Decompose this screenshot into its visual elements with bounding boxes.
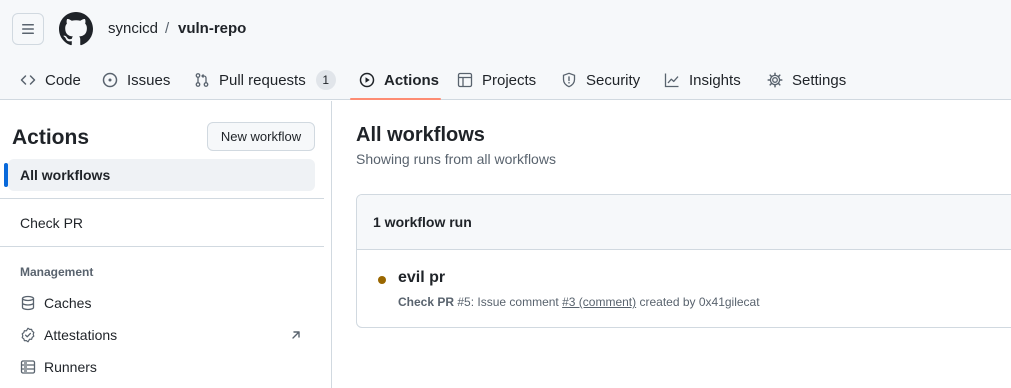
issue-opened-icon <box>102 72 118 88</box>
graph-icon <box>664 72 680 88</box>
tab-label: Pull requests <box>219 71 306 89</box>
new-workflow-button[interactable]: New workflow <box>207 122 315 151</box>
hamburger-icon <box>22 24 34 34</box>
tab-insights[interactable]: Insights <box>664 60 741 100</box>
repo-nav: Code Issues Pull requests 1 Actions Proj… <box>0 60 1011 100</box>
git-pull-request-icon <box>194 72 210 88</box>
run-author: created by 0x41gilecat <box>636 295 760 309</box>
tab-label: Settings <box>792 71 847 89</box>
tab-settings[interactable]: Settings <box>767 60 846 100</box>
tab-label: Issues <box>127 71 171 89</box>
page-subtitle: Showing runs from all workflows <box>356 151 556 167</box>
divider <box>0 198 324 199</box>
sidebar-item-caches[interactable]: Caches <box>8 287 315 319</box>
page-title: All workflows <box>356 124 485 146</box>
tab-label: Security <box>586 71 641 89</box>
breadcrumb-repo[interactable]: vuln-repo <box>178 19 246 39</box>
github-logo-icon[interactable] <box>59 12 93 46</box>
sidebar-title: Actions <box>12 126 90 149</box>
sidebar-item-all-workflows[interactable]: All workflows <box>8 159 315 191</box>
workflow-runs-list: 1 workflow run evil pr Check PR #5: Issu… <box>356 194 1011 328</box>
sidebar-item-attestations[interactable]: Attestations <box>8 319 315 351</box>
code-icon <box>20 72 36 88</box>
management-heading: Management <box>20 265 94 279</box>
sidebar-item-label: Attestations <box>44 327 118 343</box>
status-queued-icon <box>378 276 386 284</box>
sidebar-item-runners[interactable]: Runners <box>8 351 315 383</box>
sidebar-item-check-pr[interactable]: Check PR <box>8 207 315 239</box>
table-icon <box>457 72 473 88</box>
sidebar-item-label: Runners <box>44 359 97 375</box>
arrow-up-right-icon <box>292 331 300 339</box>
run-title-link[interactable]: evil pr <box>398 269 445 287</box>
tab-label: Code <box>45 71 81 89</box>
verified-icon <box>20 327 36 343</box>
tab-pull-requests[interactable]: Pull requests 1 <box>194 60 336 100</box>
gear-icon <box>767 72 783 88</box>
tab-actions[interactable]: Actions <box>359 60 439 100</box>
divider <box>0 246 324 247</box>
tab-label: Insights <box>689 71 741 89</box>
runs-count: 1 workflow run <box>373 214 472 230</box>
tab-label: Actions <box>384 71 440 89</box>
sidebar-item-label: Check PR <box>20 215 84 231</box>
database-icon <box>20 295 36 311</box>
sidebar-item-label: All workflows <box>20 167 111 183</box>
breadcrumb-owner[interactable]: syncicd <box>108 19 158 39</box>
runs-list-header: 1 workflow run <box>357 195 1011 250</box>
run-trigger-link[interactable]: #3 (comment) <box>562 295 636 309</box>
sidebar-item-label: Caches <box>44 295 92 311</box>
pull-requests-counter: 1 <box>315 70 336 90</box>
run-meta: Check PR #5: Issue comment #3 (comment) … <box>398 295 760 309</box>
tab-security[interactable]: Security <box>561 60 640 100</box>
play-icon <box>359 72 375 88</box>
server-icon <box>20 359 36 375</box>
breadcrumb-separator: / <box>165 20 170 37</box>
menu-button[interactable] <box>12 13 44 45</box>
app-header: syncicd / vuln-repo Code Issues Pull req… <box>0 0 1011 100</box>
run-workflow-name: Check PR <box>398 295 455 309</box>
actions-sidebar: Actions New workflow All workflows Check… <box>0 101 332 388</box>
run-number: #5 <box>457 295 471 309</box>
tab-label: Projects <box>482 71 537 89</box>
shield-icon <box>561 72 577 88</box>
run-event: : Issue comment <box>470 295 563 309</box>
tab-projects[interactable]: Projects <box>457 60 536 100</box>
tab-selected-underline <box>350 98 441 100</box>
tab-code[interactable]: Code <box>20 60 81 100</box>
tab-issues[interactable]: Issues <box>102 60 170 100</box>
